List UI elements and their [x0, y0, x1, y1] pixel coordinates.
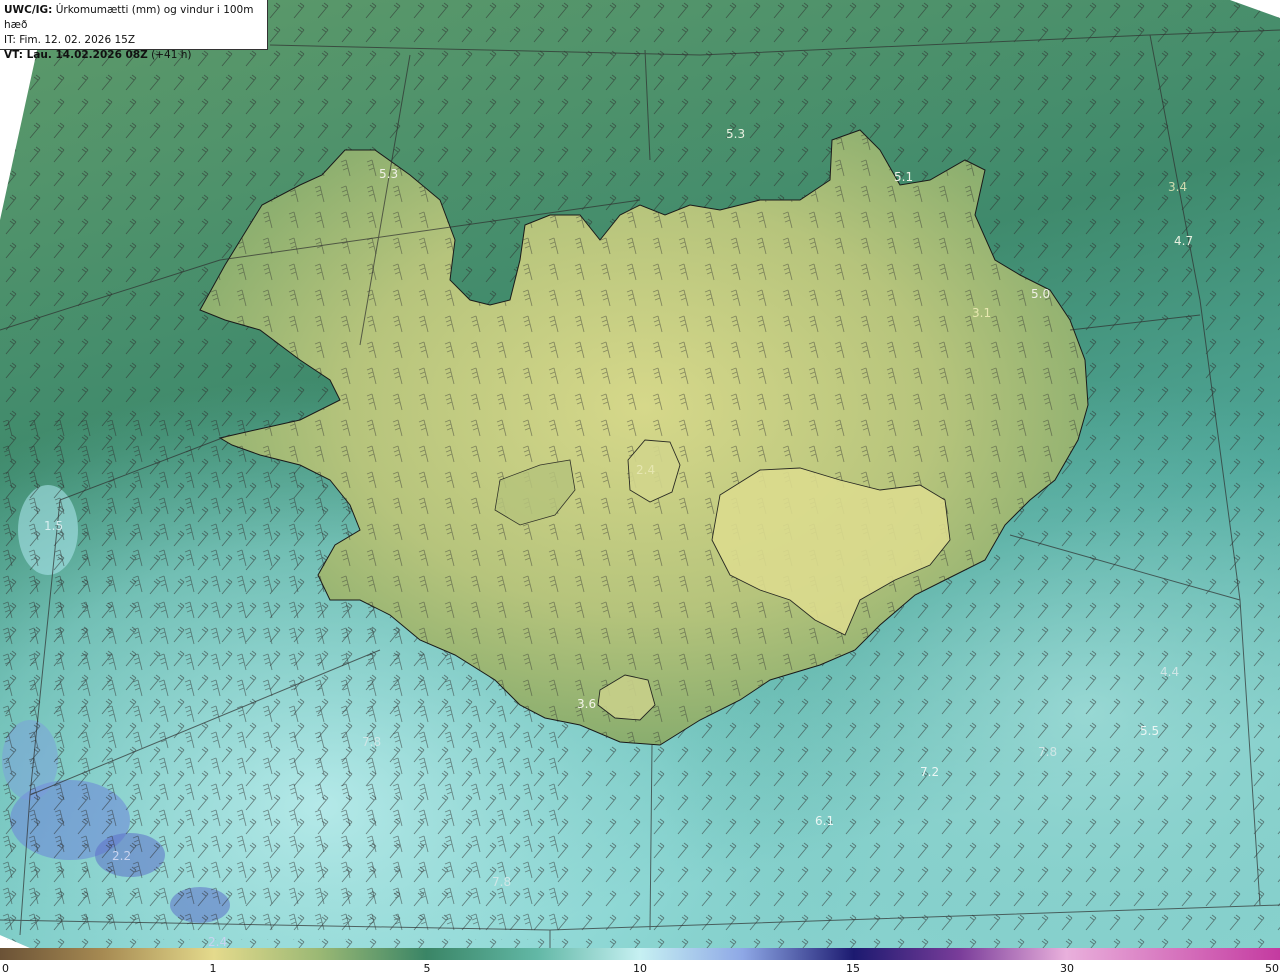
colorbar-tick: 0: [2, 962, 9, 975]
map-info-box: UWC/IG: Úrkomumætti (mm) og vindur i 100…: [0, 0, 268, 61]
value-label: 4.4: [1160, 665, 1179, 679]
colorbar-tick: 15: [846, 962, 860, 975]
value-label: 2.4: [636, 463, 655, 477]
value-label: 5.5: [1140, 724, 1159, 738]
colorbar-tick: 50: [1265, 962, 1279, 975]
colorbar-tick: 5: [423, 962, 431, 975]
forecast-offset: (+41 h): [151, 49, 192, 61]
colorbar-ticks: 0 1 5 10 15 30 50: [0, 960, 1280, 978]
model-name: UWC/IG:: [4, 4, 53, 16]
value-label: 5.3: [726, 127, 745, 141]
value-label: 6.1: [815, 814, 834, 828]
value-label: 5.3: [379, 167, 398, 181]
value-label: 7.2: [920, 765, 939, 779]
precip-colorbar: [0, 948, 1280, 960]
value-label: 5.1: [894, 170, 913, 184]
colorbar-tick: 30: [1060, 962, 1074, 975]
colorbar-tick: 1: [209, 962, 217, 975]
valid-time: VT: Lau. 14.02.2026 08Z: [4, 49, 148, 61]
value-label: 7.8: [492, 875, 511, 889]
value-label: 2.4: [208, 935, 227, 948]
value-label: 5.0: [1031, 287, 1050, 301]
weather-map[interactable]: 5.3 5.3 5.1 3.4 4.7 5.0 3.1 2.4 1.5 3.6 …: [0, 0, 1280, 948]
value-label: 1.5: [44, 519, 63, 533]
value-label: 4.7: [1174, 234, 1193, 248]
value-label: 3.6: [577, 697, 596, 711]
value-label: 7.8: [1038, 745, 1057, 759]
value-label: 3.1: [972, 306, 991, 320]
value-label: 2.2: [112, 849, 131, 863]
colorbar-tick: 10: [633, 962, 647, 975]
value-label: 7.8: [362, 735, 381, 749]
value-label: 3.4: [1168, 180, 1187, 194]
issue-time: IT: Fim. 12. 02. 2026 15Z: [4, 34, 136, 46]
